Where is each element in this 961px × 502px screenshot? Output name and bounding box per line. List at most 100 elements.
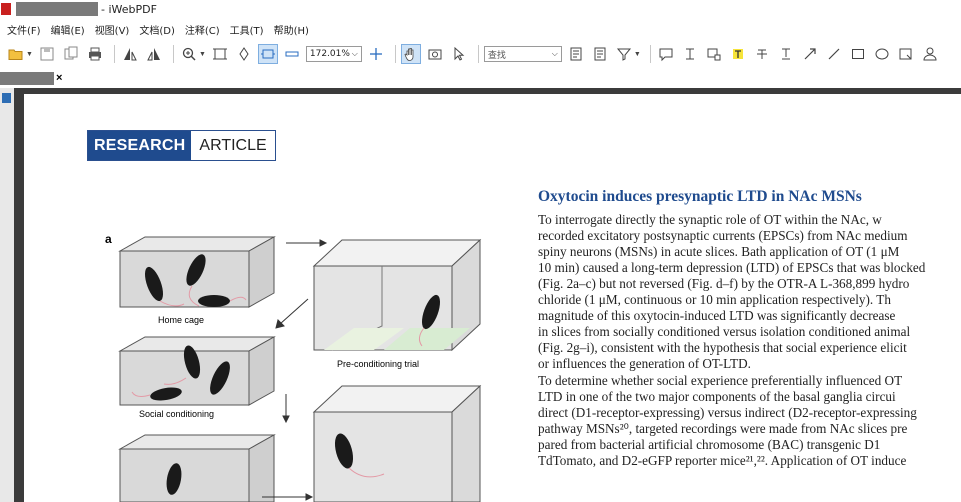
- window-title: - iWebPDF: [101, 2, 157, 16]
- search-options-button[interactable]: [614, 44, 634, 64]
- note-button[interactable]: [656, 44, 676, 64]
- hand-tool-button[interactable]: [400, 44, 421, 64]
- toolbar: ▼ ▼ 172.01% ⌵ 查找 ⌵ ▼: [0, 40, 961, 68]
- zoom-in-button[interactable]: [179, 44, 199, 64]
- body-text-line: chloride (1 μM, continuous or 10 min app…: [538, 292, 891, 307]
- underline-button[interactable]: [776, 44, 796, 64]
- pre-conditioning-box: [312, 238, 482, 352]
- document-tab[interactable]: [0, 71, 54, 85]
- highlight-icon: [732, 49, 743, 59]
- ellipse-icon: [875, 48, 889, 60]
- find-previous-button[interactable]: [566, 44, 586, 64]
- filter-icon: [616, 48, 631, 61]
- fit-width-icon: [239, 47, 249, 61]
- zoom-plus-button[interactable]: [366, 44, 386, 64]
- fit-page-button[interactable]: [210, 44, 230, 64]
- post-conditioning-box: [118, 434, 276, 502]
- text-box-button[interactable]: [680, 44, 700, 64]
- fit-width-button[interactable]: [234, 44, 254, 64]
- body-text-line: or influences the generation of OT-LTD.: [538, 356, 751, 371]
- body-text-line: TdTomato, and D2-eGFP reporter mice²¹,²²…: [538, 453, 907, 468]
- save-icon: [40, 47, 54, 61]
- strikethrough-icon: [756, 49, 767, 59]
- rectangle-icon: [851, 49, 864, 59]
- print-button[interactable]: [85, 44, 105, 64]
- printer-icon: [88, 47, 101, 61]
- bookmark-icon[interactable]: [2, 93, 11, 103]
- document-tab-bar: ×: [0, 69, 961, 87]
- body-text-line: recorded excitatory postsynaptic current…: [538, 228, 908, 243]
- user-button[interactable]: [920, 44, 940, 64]
- menu-tools[interactable]: 工具(T): [230, 22, 264, 37]
- plus-icon: [369, 48, 382, 60]
- app-logo-icon: [1, 3, 11, 15]
- body-text-line: 10 min) caused a long-term depression (L…: [538, 260, 926, 275]
- strikeout-button[interactable]: [752, 44, 772, 64]
- arrow-icon: [804, 48, 816, 60]
- body-text-line: spiny neurons (MSNs) in acute slices. Ba…: [538, 244, 900, 259]
- redacted-filename: [16, 2, 98, 16]
- sign-button[interactable]: [896, 44, 916, 64]
- title-bar: - iWebPDF: [0, 0, 961, 18]
- folder-icon: [8, 49, 23, 60]
- document-icon: [570, 47, 582, 61]
- chevron-down-icon: ⌵: [351, 49, 358, 58]
- body-text-line: magnitude of this oxytocin-induced LTD w…: [538, 308, 896, 323]
- body-text-line: pathway MSNs²⁰, targeted recordings were…: [538, 421, 908, 436]
- zoom-level-select[interactable]: 172.01% ⌵: [305, 46, 362, 62]
- menu-help[interactable]: 帮助(H): [274, 22, 309, 37]
- copy-button[interactable]: [61, 44, 81, 64]
- body-text-line: pared from bacterial artificial chromoso…: [538, 437, 881, 452]
- zoom-in-icon: [182, 47, 196, 61]
- fit-page-icon: [212, 48, 227, 60]
- pdf-page: RESEARCH ARTICLE a Home cage Pre-conditi…: [24, 94, 961, 502]
- menu-document[interactable]: 文档(D): [139, 22, 175, 37]
- save-button[interactable]: [37, 44, 57, 64]
- body-text-line: (Fig. 2a–c) but not reversed (Fig. d–f) …: [538, 276, 910, 291]
- person-icon: [923, 47, 937, 61]
- rectangle-button[interactable]: [848, 44, 868, 64]
- open-dropdown-caret[interactable]: ▼: [26, 51, 33, 58]
- chevron-down-icon: ⌵: [551, 49, 558, 58]
- copy-icon: [64, 46, 78, 60]
- fit-visible-icon: [260, 49, 275, 59]
- line-button[interactable]: [824, 44, 844, 64]
- fit-visible-button[interactable]: [257, 44, 278, 64]
- menu-comment[interactable]: 注释(C): [185, 22, 220, 37]
- select-tool-button[interactable]: [449, 44, 469, 64]
- open-folder-button[interactable]: [6, 44, 26, 64]
- side-panel: [0, 88, 14, 502]
- arrow-button[interactable]: [800, 44, 820, 64]
- ellipse-button[interactable]: [872, 44, 892, 64]
- close-tab-button[interactable]: ×: [56, 72, 62, 84]
- search-input[interactable]: 查找 ⌵: [483, 46, 562, 62]
- zoom-out-button[interactable]: [282, 44, 302, 64]
- comment-icon: [659, 48, 673, 62]
- experiment-figure: [118, 236, 482, 502]
- highlight-button[interactable]: [728, 44, 748, 64]
- body-text-line: LTD in one of the two major components o…: [538, 389, 896, 404]
- find-next-button[interactable]: [590, 44, 610, 64]
- toolbar-separator: [172, 45, 174, 63]
- toolbar-separator: [394, 45, 396, 63]
- caption-home-cage: Home cage: [158, 315, 205, 325]
- snapshot-button[interactable]: [425, 44, 445, 64]
- rotate-left-button[interactable]: [120, 44, 140, 64]
- search-options-caret[interactable]: ▼: [634, 51, 641, 58]
- zoom-dropdown-caret[interactable]: ▼: [199, 51, 206, 58]
- menu-view[interactable]: 视图(V): [95, 22, 130, 37]
- menu-file[interactable]: 文件(F): [7, 22, 41, 37]
- camera-icon: [428, 49, 442, 60]
- rotate-right-button[interactable]: [144, 44, 164, 64]
- search-placeholder: 查找: [487, 50, 506, 61]
- document-icon: [594, 47, 606, 61]
- body-text-line: (Fig. 2g–i), consistent with the hypothe…: [538, 340, 907, 355]
- zoom-level-value: 172.01%: [309, 49, 350, 59]
- stamp-button[interactable]: [704, 44, 724, 64]
- minus-icon: [285, 51, 299, 57]
- text-cursor-icon: [685, 48, 694, 60]
- body-text-line: direct (D1-receptor-expressing) versus i…: [538, 405, 917, 420]
- signature-icon: [899, 48, 912, 60]
- caption-social-conditioning: Social conditioning: [139, 409, 215, 419]
- menu-edit[interactable]: 编辑(E): [51, 22, 85, 37]
